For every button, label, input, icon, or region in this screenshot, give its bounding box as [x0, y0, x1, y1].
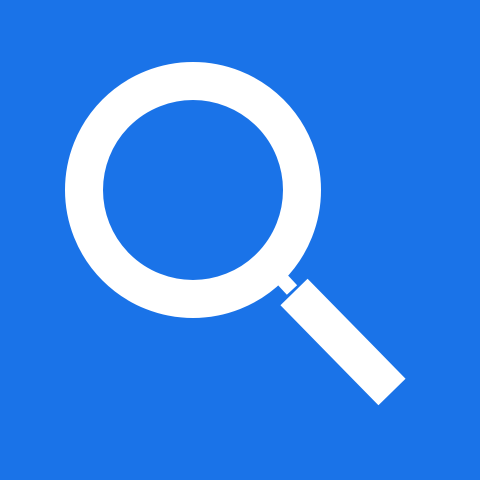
magnifier-lens [65, 62, 321, 318]
search-app-icon[interactable] [0, 0, 480, 480]
magnifier-handle [280, 278, 406, 406]
magnifier-neck [273, 271, 298, 295]
search-icon [65, 62, 406, 406]
